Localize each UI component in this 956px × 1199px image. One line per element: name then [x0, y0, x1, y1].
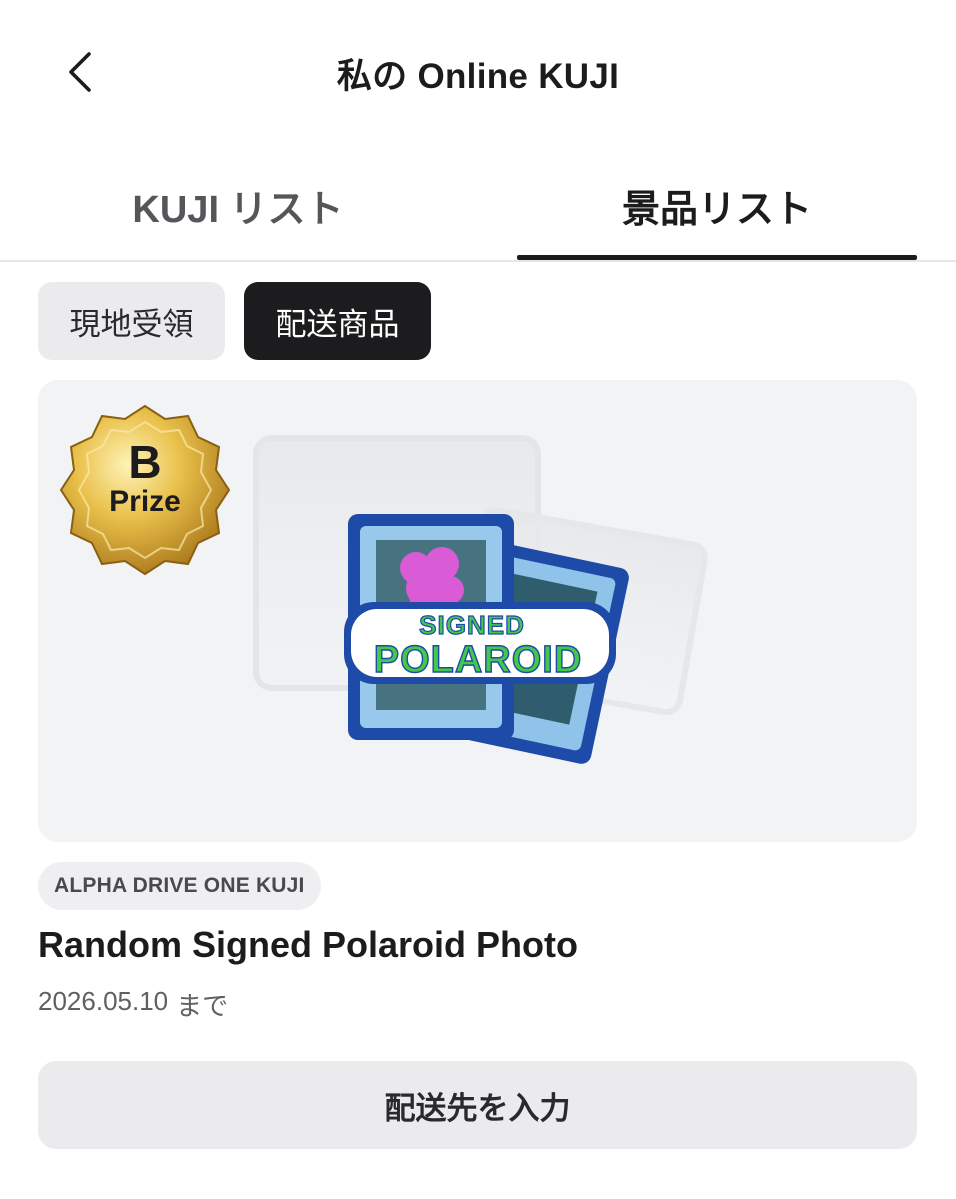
enter-address-button[interactable]: 配送先を入力	[38, 1061, 917, 1149]
tab-kuji-list[interactable]: KUJI リスト	[38, 150, 438, 260]
tab-bar: KUJI リスト 景品リスト	[0, 150, 956, 262]
patch-line-1: SIGNED	[419, 610, 525, 640]
patch-line-2: POLAROID	[374, 639, 583, 681]
deadline-suffix: まで	[176, 991, 229, 1021]
b-prize-badge: B Prize	[59, 404, 231, 576]
prize-image[interactable]: B Prize SIGNED POLAROID	[38, 380, 917, 842]
tab-prize-list[interactable]: 景品リスト	[517, 150, 917, 260]
header: 私の Online KUJI	[0, 0, 956, 140]
kuji-tag: ALPHA DRIVE ONE KUJI	[38, 862, 321, 910]
badge-letter: B	[128, 436, 161, 488]
badge-word: Prize	[109, 485, 181, 518]
active-tab-indicator	[517, 255, 917, 260]
filter-local-pickup[interactable]: 現地受領	[38, 282, 225, 360]
filter-shipping-items[interactable]: 配送商品	[244, 282, 431, 360]
page-title: 私の Online KUJI	[336, 57, 620, 96]
prize-name: Random Signed Polaroid Photo	[38, 924, 578, 965]
deadline-date: 2026.05.10	[38, 986, 169, 1016]
deadline: 2026.05.10 まで	[38, 986, 228, 1023]
